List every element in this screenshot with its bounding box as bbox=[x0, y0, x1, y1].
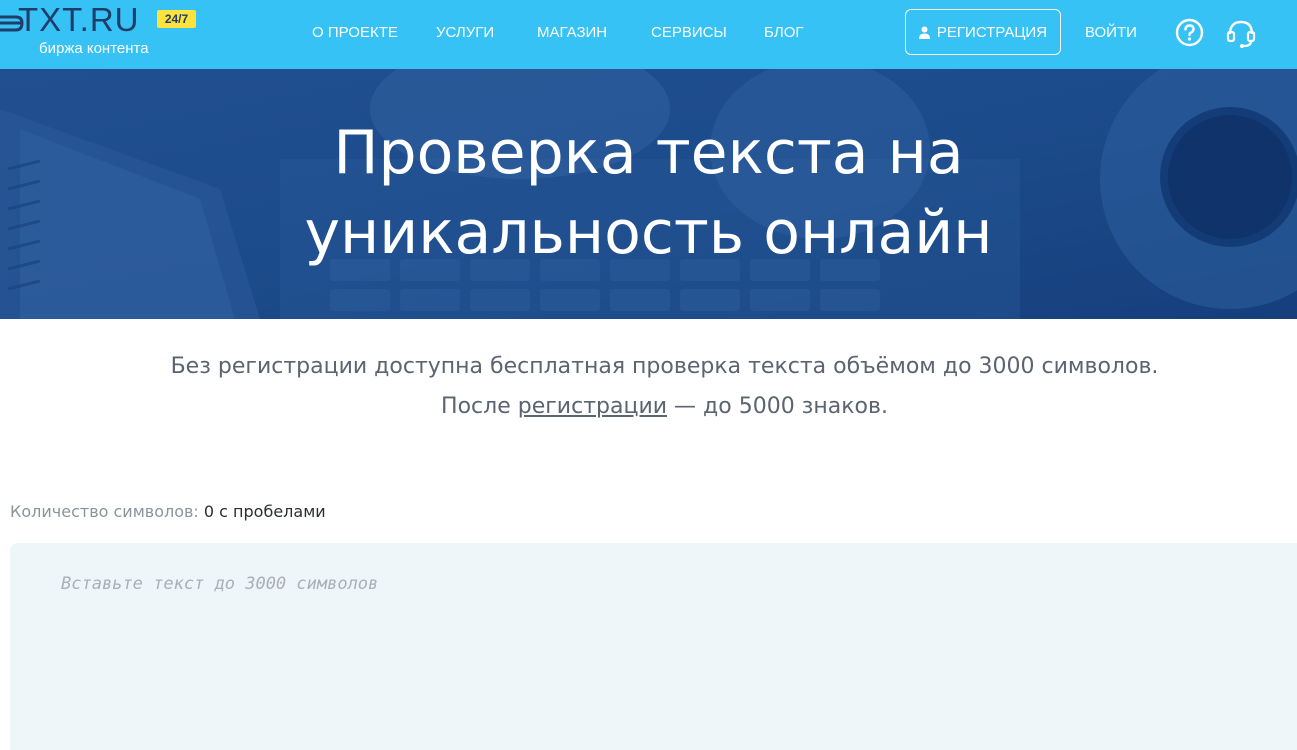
intro-line-2: После регистрации — до 5000 знаков. bbox=[0, 387, 1297, 427]
login-link[interactable]: ВОЙТИ bbox=[1085, 23, 1137, 43]
intro-line-2-prefix: После bbox=[441, 394, 518, 419]
user-icon bbox=[918, 26, 930, 39]
logo-text: TXT.RU bbox=[18, 1, 140, 38]
page-title: Проверка текста на уникальность онлайн bbox=[0, 113, 1297, 273]
nav-item-blog[interactable]: Блог bbox=[764, 23, 803, 43]
intro-text: Без регистрации доступна бесплатная пров… bbox=[0, 347, 1297, 427]
registration-link[interactable]: регистрации bbox=[518, 394, 667, 419]
counter-value: 0 с пробелами bbox=[203, 502, 326, 521]
question-circle-icon[interactable] bbox=[1175, 18, 1204, 47]
page-title-line-2: уникальность онлайн bbox=[304, 198, 993, 268]
nav-item-tools[interactable]: Сервисы bbox=[651, 23, 727, 43]
intro-line-1: Без регистрации доступна бесплатная пров… bbox=[170, 354, 1159, 379]
page-title-line-1: Проверка текста на bbox=[333, 118, 964, 188]
text-input-area[interactable] bbox=[10, 543, 1297, 750]
headset-icon[interactable] bbox=[1225, 17, 1257, 49]
register-button-label: РЕГИСТРАЦИЯ bbox=[936, 23, 1048, 41]
counter-label: Количество символов: bbox=[10, 502, 199, 521]
hero-banner: Проверка текста на уникальность онлайн bbox=[0, 69, 1297, 319]
site-header: TXT.RU 24/7 биржа контента О проекте Усл… bbox=[0, 0, 1297, 69]
logo-badge: 24/7 bbox=[157, 10, 196, 28]
character-counter: Количество символов: 0 с пробелами bbox=[10, 502, 326, 522]
register-button[interactable]: РЕГИСТРАЦИЯ bbox=[905, 9, 1061, 55]
nav-item-shop[interactable]: Магазин bbox=[537, 23, 607, 43]
intro-line-2-suffix: — до 5000 знаков. bbox=[667, 394, 888, 419]
nav-item-about[interactable]: О проекте bbox=[312, 23, 398, 43]
logo[interactable]: TXT.RU 24/7 биржа контента bbox=[0, 0, 200, 69]
nav-item-services[interactable]: Услуги bbox=[436, 23, 494, 43]
logo-subtitle: биржа контента bbox=[39, 40, 149, 57]
